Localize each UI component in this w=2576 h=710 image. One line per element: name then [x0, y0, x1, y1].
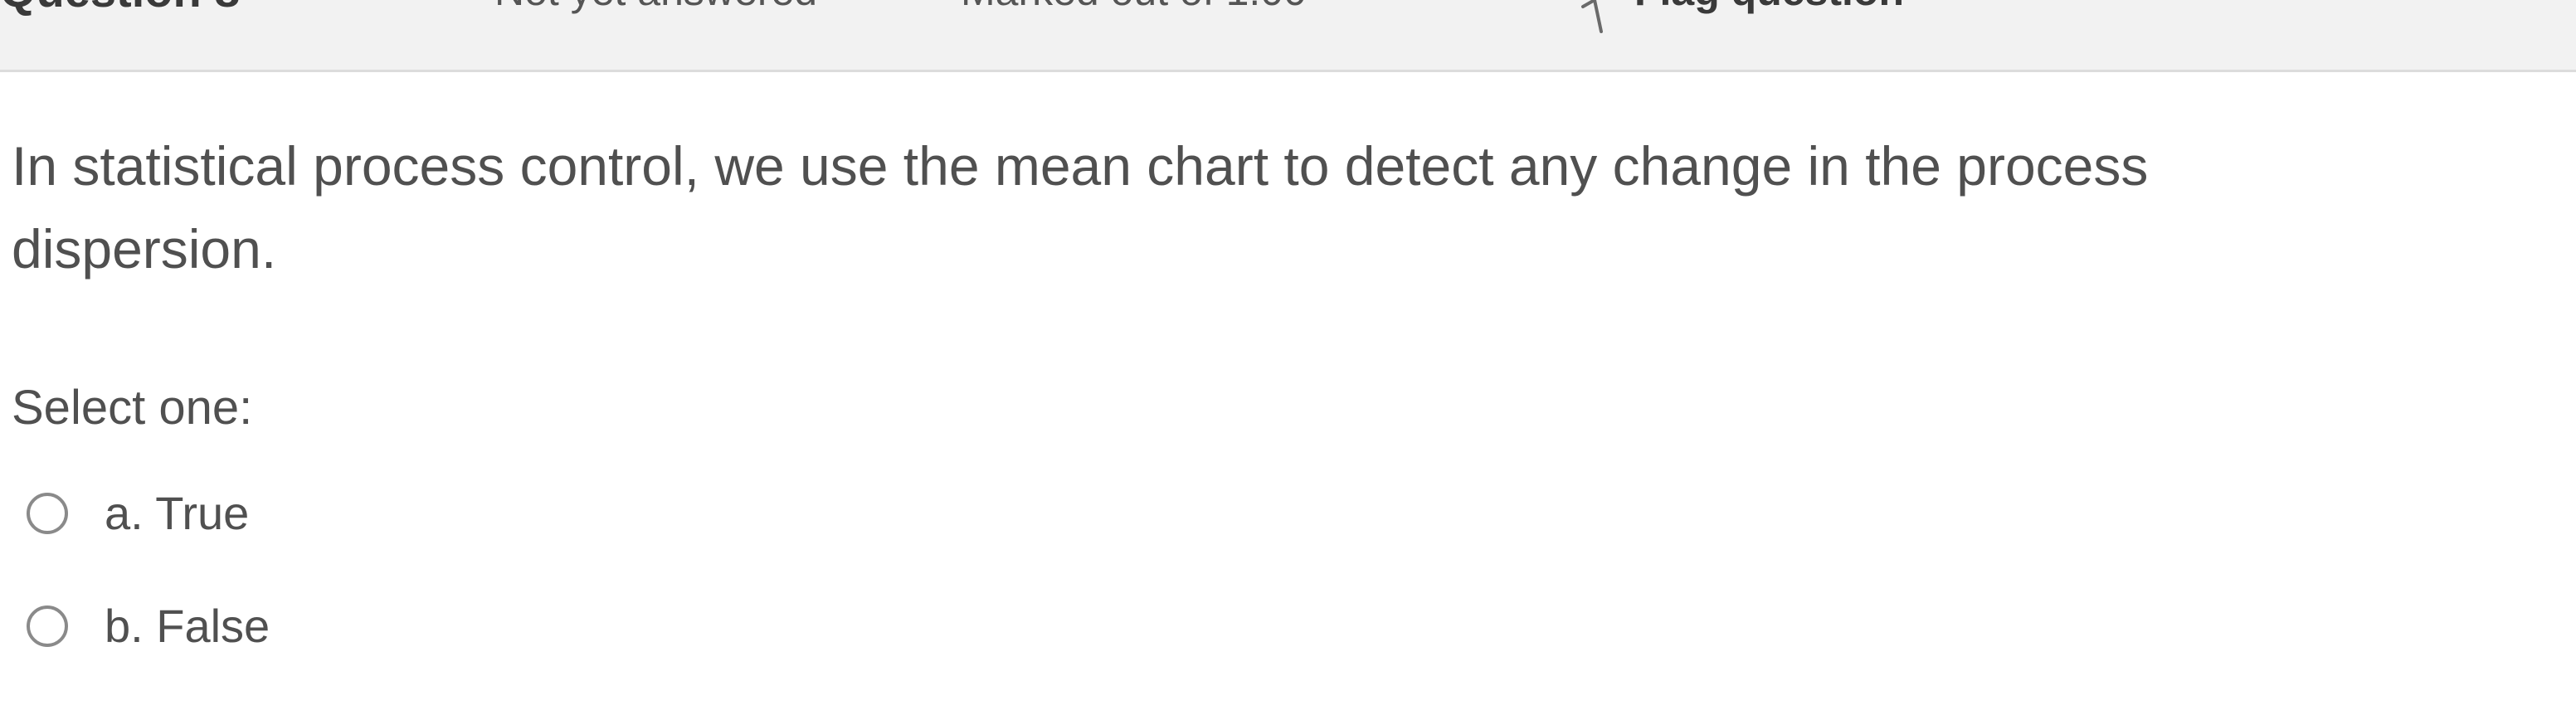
- answer-label-true: a. True: [105, 487, 250, 539]
- radio-button-true[interactable]: [27, 492, 68, 534]
- question-text: In statistical process control, we use t…: [12, 135, 2149, 280]
- question-info-bar: Question 8 Not yet answered Marked out o…: [0, 0, 2576, 72]
- flag-question-button[interactable]: Flag question: [1576, 0, 1904, 33]
- answer-prompt: Select one:: [12, 381, 253, 435]
- radio-button-false[interactable]: [27, 605, 68, 647]
- question-number: Question 8: [0, 0, 240, 17]
- question-grade: Marked out of 1.00: [961, 0, 1307, 15]
- flag-question-label: Flag question: [1634, 0, 1904, 15]
- answer-option-false[interactable]: b. False: [27, 599, 270, 653]
- question-state: Not yet answered: [494, 0, 817, 15]
- answer-option-true[interactable]: a. True: [27, 486, 249, 540]
- answer-label-false: b. False: [105, 600, 270, 652]
- flag-icon: [1576, 0, 1609, 33]
- quiz-page: Question 8 Not yet answered Marked out o…: [0, 0, 2576, 710]
